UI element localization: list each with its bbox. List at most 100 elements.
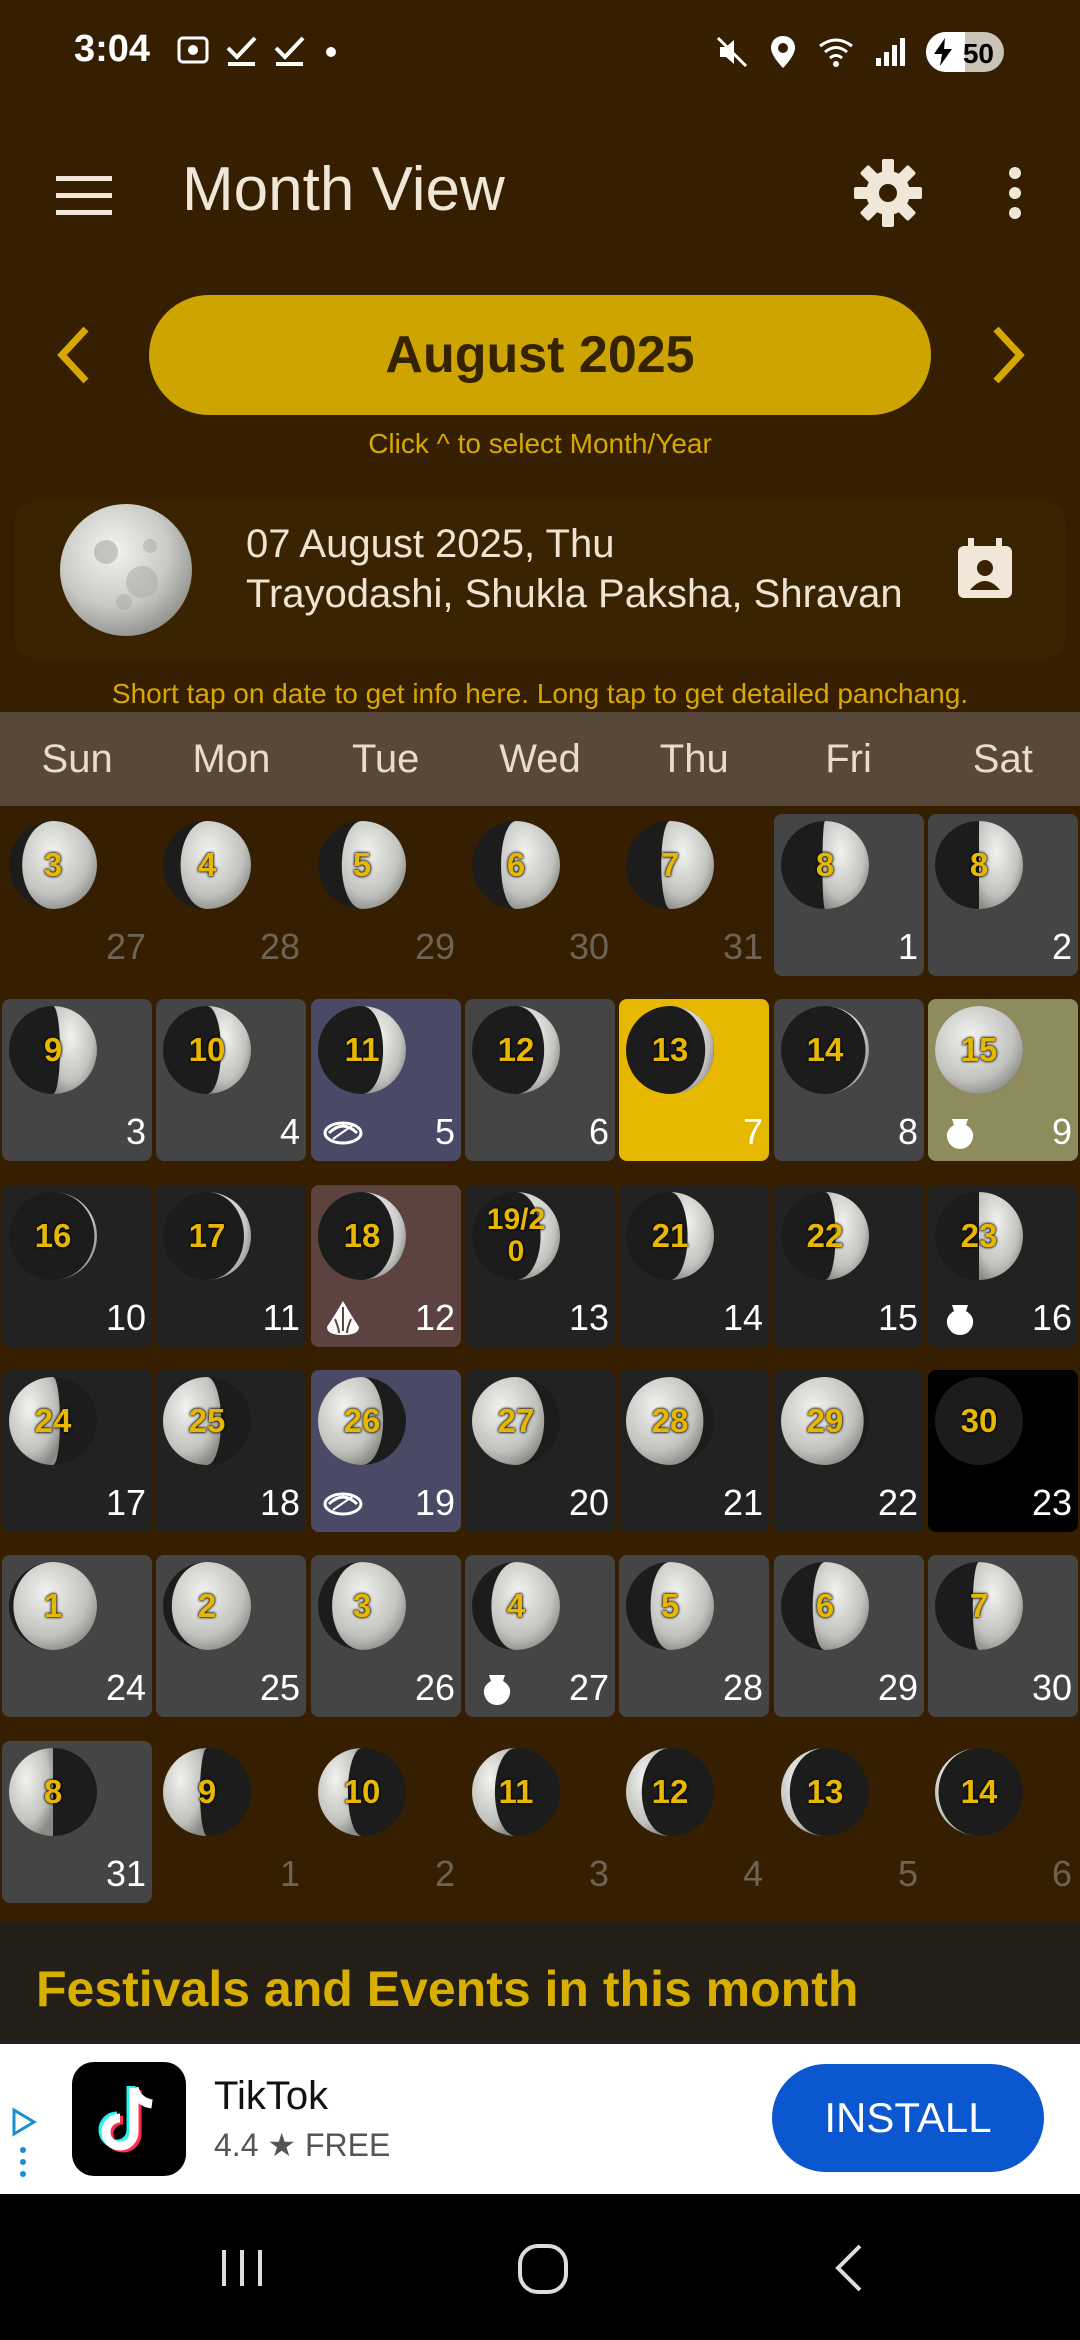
tithi-number: 1	[43, 1587, 63, 1624]
battery-percent: 50	[962, 38, 994, 69]
date-number: 29	[414, 926, 455, 967]
ad-choices-icon[interactable]	[8, 2104, 38, 2184]
calendar-day-cell[interactable]: 29 22	[774, 1370, 924, 1532]
calendar-day-cell[interactable]: 93	[2, 999, 152, 1161]
calendar-day-cell[interactable]: 6 30	[465, 814, 615, 976]
calendar-day-cell[interactable]: 26 19	[311, 1370, 461, 1532]
calendar-day-cell[interactable]: 6 29	[774, 1555, 924, 1717]
date-number: 5	[897, 1853, 918, 1894]
date-number: 18	[259, 1482, 300, 1523]
calendar-day-cell[interactable]: 124	[619, 1741, 769, 1903]
date-number: 11	[262, 1297, 300, 1338]
calendar-day-cell[interactable]: 16 10	[2, 1185, 152, 1347]
calendar-day-cell[interactable]: 5 28	[619, 1555, 769, 1717]
calendar-day-cell[interactable]: 81	[774, 814, 924, 976]
tithi-number: 22	[806, 1217, 844, 1254]
recents-icon[interactable]	[212, 2238, 272, 2298]
calendar-day-cell[interactable]: 7 30	[928, 1555, 1078, 1717]
tithi-number: 5	[352, 846, 372, 883]
tiktok-logo-icon[interactable]	[72, 2062, 186, 2176]
calendar-day-cell[interactable]: 8 31	[2, 1741, 152, 1903]
calendar-day-cell[interactable]: 14 6	[928, 1741, 1078, 1903]
tithi-number: 9	[197, 1773, 217, 1810]
calendar-day-cell[interactable]: 18 12	[311, 1185, 461, 1347]
chevron-right-icon[interactable]	[976, 315, 1036, 395]
calendar-day-cell[interactable]: 91	[156, 1741, 306, 1903]
tithi-number: 19/2 0	[486, 1203, 546, 1268]
calendar-day-cell[interactable]: 11 3	[465, 1741, 615, 1903]
calendar-day-cell[interactable]: 3 27	[2, 814, 152, 976]
calendar-day-cell[interactable]: 5 29	[311, 814, 461, 976]
date-number: 6	[1051, 1853, 1072, 1894]
date-number: 7	[742, 1111, 763, 1152]
calendar-day-cell[interactable]: 2 25	[156, 1555, 306, 1717]
festivals-title: Festivals and Events in this month	[36, 1961, 859, 2017]
date-number: 30	[568, 926, 609, 967]
calendar-day-cell[interactable]: 7 31	[619, 814, 769, 976]
page-title: Month View	[182, 155, 505, 224]
date-number: 28	[259, 926, 300, 967]
tithi-number: 24	[34, 1402, 72, 1439]
tithi-number: 29	[806, 1402, 844, 1439]
calendar-day-cell[interactable]: 1 24	[2, 1555, 152, 1717]
selected-tithi: Trayodashi, Shukla Paksha, Shravan	[246, 572, 903, 616]
location-icon	[771, 36, 795, 68]
tithi-number: 26	[343, 1402, 381, 1439]
calendar-day-cell[interactable]: 25 18	[156, 1370, 306, 1532]
tithi-number: 12	[497, 1031, 535, 1068]
date-number: 24	[105, 1667, 146, 1708]
install-button[interactable]: INSTALL	[772, 2064, 1044, 2172]
status-time: 3:04	[74, 28, 151, 70]
home-icon[interactable]	[514, 2238, 574, 2298]
calendar-day-cell[interactable]: 22 15	[774, 1185, 924, 1347]
ad-banner[interactable]: TikTok 4.4 ★ FREE INSTALL	[0, 2044, 1080, 2194]
tithi-number: 17	[188, 1217, 226, 1254]
calendar-day-cell[interactable]: 19/2 0 13	[465, 1185, 615, 1347]
weekday-label: Thu	[659, 737, 729, 781]
tithi-number: 12	[651, 1773, 689, 1810]
tithi-number: 7	[660, 846, 680, 883]
calendar-day-cell[interactable]: 15 9	[928, 999, 1078, 1161]
menu-icon[interactable]	[48, 160, 120, 232]
calendar-day-cell[interactable]: 4 28	[156, 814, 306, 976]
calendar-day-cell[interactable]: 24 17	[2, 1370, 152, 1532]
festivals-section: Festivals and Events in this month	[0, 1922, 1080, 2044]
calendar-day-cell[interactable]: 13 5	[774, 1741, 924, 1903]
calendar-day-cell[interactable]: 3 26	[311, 1555, 461, 1717]
calendar-day-cell[interactable]: 82	[928, 814, 1078, 976]
tithi-number: 4	[197, 846, 217, 883]
tithi-number: 21	[651, 1217, 689, 1254]
calendar-day-cell[interactable]: 17 11	[156, 1185, 306, 1347]
calendar-icon[interactable]	[950, 534, 1020, 604]
check-icon	[226, 36, 257, 66]
calendar-day-cell[interactable]: 23 16	[928, 1185, 1078, 1347]
calendar-day-cell[interactable]: 12 6	[465, 999, 615, 1161]
calendar-day-cell[interactable]: 30 23	[928, 1370, 1078, 1532]
tithi-number: 5	[660, 1587, 680, 1624]
gear-icon[interactable]	[850, 155, 926, 231]
calendar-day-cell[interactable]: 10 2	[311, 1741, 461, 1903]
calendar-day-cell[interactable]: 13 7	[619, 999, 769, 1161]
tithi-number: 13	[651, 1031, 689, 1068]
month-navigation: August 2025	[0, 295, 1080, 415]
calendar-day-cell[interactable]: 28 21	[619, 1370, 769, 1532]
month-year-selector[interactable]: August 2025	[149, 295, 931, 415]
date-number: 10	[105, 1297, 146, 1338]
date-number: 21	[722, 1482, 763, 1523]
back-icon[interactable]	[820, 2238, 880, 2298]
wifi-icon	[819, 38, 853, 67]
chevron-left-icon[interactable]	[46, 315, 106, 395]
date-number: 2	[434, 1853, 455, 1894]
date-number: 20	[568, 1482, 609, 1523]
calendar-day-cell[interactable]: 14 8	[774, 999, 924, 1161]
calendar-day-cell[interactable]: 21 14	[619, 1185, 769, 1347]
calendar-day-cell[interactable]: 27 20	[465, 1370, 615, 1532]
calendar-day-cell[interactable]: 10 4	[156, 999, 306, 1161]
date-number: 1	[279, 1853, 300, 1894]
tithi-number: 9	[43, 1031, 63, 1068]
calendar-day-cell[interactable]: 11 5	[311, 999, 461, 1161]
more-vert-icon[interactable]	[990, 155, 1040, 231]
calendar-day-cell[interactable]: 4 27	[465, 1555, 615, 1717]
date-number: 13	[568, 1297, 609, 1338]
signal-icon	[876, 38, 905, 66]
